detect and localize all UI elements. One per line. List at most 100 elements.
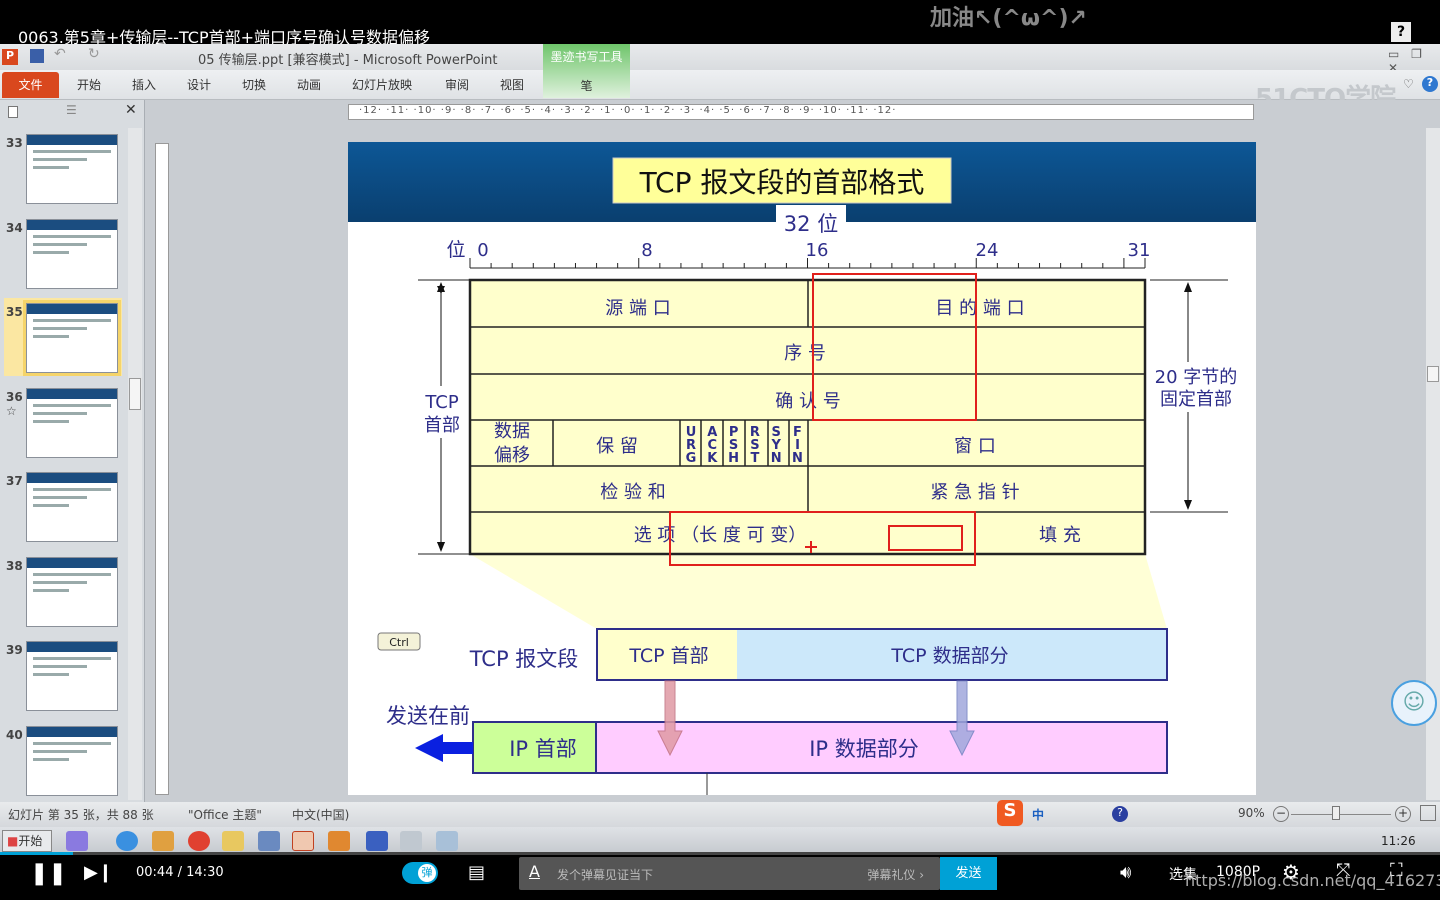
paint-icon[interactable] [400,831,422,851]
taskbar-app-icon[interactable] [328,831,350,851]
slide-scroll-thumb[interactable] [1427,366,1439,382]
tab-design[interactable]: 设计 [187,72,211,98]
next-icon[interactable]: ▶❙ [84,862,113,883]
slide-thumbnail[interactable] [26,218,118,289]
zoom-in-button[interactable]: + [1395,806,1411,822]
vertical-ruler [155,143,169,795]
start-text: 开始 [18,834,43,848]
word-icon[interactable] [366,831,388,851]
fit-window-icon[interactable] [1420,805,1436,821]
taskbar-app-icon[interactable] [66,831,88,851]
close-pane-icon[interactable]: ✕ [125,102,137,118]
progress-bar[interactable] [0,852,1440,855]
danmu-toggle-label: 弹 [418,864,436,882]
field-reserved: 保 留 [596,436,638,457]
slide-thumbnail[interactable] [23,300,121,376]
tab-home[interactable]: 开始 [77,72,101,98]
taskbar-app-icon[interactable] [258,831,280,851]
thumbnail-number: 35 [6,305,23,319]
slides-scroll-thumb[interactable] [129,378,141,410]
field-window: 窗 口 [954,436,996,457]
powerpoint-icon: P [2,49,18,65]
save-icon[interactable] [30,49,44,63]
tcp-data-text: TCP 数据部分 [890,645,1008,667]
slide-thumbnail[interactable] [26,725,118,796]
field-checksum: 检 验 和 [600,482,665,503]
start-button[interactable]: ■开始 [2,830,52,852]
fixed-header-label-1: 20 字节的 [1155,367,1238,388]
ie-icon[interactable] [116,831,138,851]
bit-16: 16 [806,240,829,261]
danmu-etiquette-link[interactable]: 弹幕礼仪 › [867,866,924,883]
tab-file[interactable]: 文件 [2,72,59,98]
danmu-toggle[interactable]: 弹 [402,862,438,884]
flag-letter: N [771,451,782,466]
text-style-icon[interactable]: A [529,862,540,881]
slides-scrollbar[interactable] [128,128,142,800]
tab-pen[interactable]: 笔 [543,77,630,94]
ime-mode[interactable]: 中 [1032,806,1044,823]
ribbon-minimize-icon[interactable]: ♡ [1403,77,1414,91]
thumbnail-number: 34 [6,220,23,235]
notepad-icon[interactable] [436,831,458,851]
chrome-icon[interactable] [188,831,210,851]
bit-0: 0 [477,240,488,261]
horizontal-ruler: ·12· ·11· ·10· ·9· ·8· ·7· ·6· ·5· ·4· ·… [348,104,1254,120]
slides-tab-icon[interactable] [8,106,18,118]
field-data-offset-1: 数据 [494,421,530,442]
animation-star-icon: ☆ [6,403,17,418]
help-icon[interactable]: ? [1422,76,1438,92]
ctrl-key-label: Ctrl [389,636,409,649]
slide-canvas: TCP 报文段的首部格式 32 位 位 0 8 16 24 31 源 端 口 目… [348,142,1256,795]
slide-thumbnail[interactable] [26,556,118,627]
pause-icon[interactable]: ❚❚ [30,861,67,886]
zoom-slider-thumb[interactable] [1332,806,1340,820]
ink-tools-context[interactable]: 墨迹书写工具笔 [543,44,630,98]
tcp-header-text: TCP 首部 [628,645,708,667]
outline-tab-icon[interactable]: ☰ [66,103,77,117]
tab-transitions[interactable]: 切换 [242,72,266,98]
slide-thumbnail[interactable] [26,387,118,458]
send-button[interactable]: 发送 [940,857,997,890]
slide-thumbnail[interactable] [26,472,118,542]
danmu-placeholder: 发个弹幕见证当下 [557,868,654,882]
zoom-slider[interactable] [1291,814,1391,815]
bit-31: 31 [1128,240,1151,261]
field-data-offset-2: 偏移 [494,445,530,466]
theme-name: "Office 主题" [188,808,262,822]
slide-thumbnail[interactable] [26,641,118,711]
powerpoint-task-icon[interactable] [292,831,314,851]
sogou-ime-icon[interactable]: S [997,800,1023,826]
zoom-level[interactable]: 90% [1238,806,1265,820]
folder-icon[interactable] [222,831,244,851]
danmu-input[interactable]: A 发个弹幕见证当下 弹幕礼仪 › [519,857,940,890]
volume-icon[interactable]: 🔊︎ [1120,862,1131,883]
flag-letter: N [792,451,803,466]
tab-animations[interactable]: 动画 [297,72,321,98]
thumbnail-number: 33 [6,136,23,150]
tab-review[interactable]: 审阅 [445,72,469,98]
undo-icon[interactable]: ↶ [54,46,66,62]
ink-tools-label: 墨迹书写工具 [550,50,623,64]
ip-header-text: IP 首部 [509,737,577,761]
redo-icon[interactable]: ↻ [88,46,100,62]
assistant-avatar-icon[interactable]: ☺ [1391,680,1437,726]
taskbar-app-icon[interactable] [152,831,174,851]
zoom-out-button[interactable]: − [1273,806,1289,822]
danmu-settings-icon[interactable]: ▤ [468,862,485,883]
bit-8: 8 [641,240,652,261]
field-padding: 填 充 [1039,525,1081,546]
tab-view[interactable]: 视图 [500,72,524,98]
field-options: 选 项 （长 度 可 变） [634,525,807,546]
tab-slideshow[interactable]: 幻灯片放映 [352,72,412,98]
fixed-header-label-2: 固定首部 [1160,389,1232,410]
segment-label: TCP 报文段 [469,647,579,671]
ribbon-tabs [0,70,1440,100]
bit-label: 位 [446,239,465,261]
field-source-port: 源 端 口 [605,298,670,319]
tab-insert[interactable]: 插入 [132,72,156,98]
slide-thumbnail[interactable] [26,134,118,204]
time-display: 00:44 / 14:30 [136,865,224,880]
feedback-icon[interactable]: ? [1391,22,1411,42]
help-status-icon[interactable]: ? [1112,806,1128,822]
